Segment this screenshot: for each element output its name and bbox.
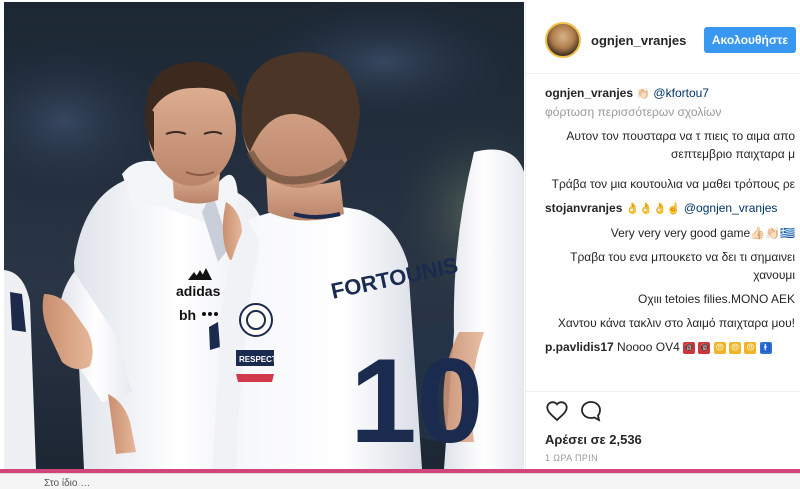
ok-hand-emojis: 👌👌👌☝️ — [625, 202, 681, 215]
svg-text:RESPECT: RESPECT — [239, 355, 277, 364]
likes-count[interactable]: Αρέσει σε 2,536 — [545, 432, 642, 447]
angry-face-icon: 😠 — [744, 341, 757, 354]
mens-room-icon: 🚹 — [759, 341, 772, 354]
instagram-post-window: adidas bh FORTOUNIS 10 RESPECT ognjen_vr… — [0, 0, 800, 489]
avatar[interactable] — [545, 22, 581, 58]
post-header: ognjen_vranjes Ακολουθήστε — [526, 2, 800, 74]
comment-item: stojanvranjes 👌👌👌☝️ @ognjen_vranjes — [545, 199, 795, 218]
comment-item: Αυτον τον πουσταρα να τ πιεις το αιμα απ… — [545, 127, 795, 163]
bottom-strip: Στο ίδιο … — [0, 473, 800, 489]
svg-text:adidas: adidas — [176, 283, 221, 299]
comment-text: Οχιιι tetoies filies.ΜΟΝΟ ΑΕΚ — [637, 292, 795, 306]
caption-mention[interactable]: @kfortou7 — [653, 86, 709, 100]
comment-item: Τραβα του ενα μπουκετο να δει τι σημαινε… — [545, 248, 795, 284]
caption: ognjen_vranjes 👏🏻 @kfortou7 — [545, 84, 795, 103]
author-username[interactable]: ognjen_vranjes — [591, 33, 686, 48]
football-players-illustration: adidas bh FORTOUNIS 10 RESPECT — [4, 2, 524, 469]
post-photo[interactable]: adidas bh FORTOUNIS 10 RESPECT — [4, 2, 524, 469]
load-more-comments-link[interactable]: φόρτωση περισσότερων σχολίων — [545, 103, 795, 121]
svg-text:bh: bh — [179, 307, 196, 323]
comment-text: Αυτον τον πουσταρα να τ πιεις το αιμα απ… — [566, 129, 795, 161]
comment-text: Τράβα τον μια κουτουλια να μαθει τρόπους… — [551, 177, 795, 191]
follow-button[interactable]: Ακολουθήστε — [704, 27, 796, 53]
comment-item: p.pavlidis17 Noooo OV4 🔞 🔞 😠 😠 😠 🚹 — [545, 338, 795, 356]
adult-badge-icon: 🔞 — [683, 341, 696, 354]
bottom-caption-text: Στο ίδιο … — [44, 478, 91, 489]
comment-item: Χαντου κάνα τακλιν στο λαιμό παιχταρα μο… — [545, 314, 795, 332]
caption-username[interactable]: ognjen_vranjes — [545, 86, 633, 100]
angry-face-icon: 😠 — [729, 341, 742, 354]
comment-item: Τράβα τον μια κουτουλια να μαθει τρόπους… — [545, 175, 795, 193]
angry-face-icon: 😠 — [713, 341, 726, 354]
speech-bubble-icon[interactable] — [579, 399, 603, 423]
adult-badge-icon: 🔞 — [698, 341, 711, 354]
post-timestamp: 1 ΩΡΑ ΠΡΙΝ — [545, 453, 599, 463]
comment-item: Very very very good game👍🏻👏🏻🇬🇷 — [545, 224, 795, 242]
svg-text:10: 10 — [350, 334, 483, 468]
comment-text: Χαντου κάνα τακλιν στο λαιμό παιχταρα μο… — [557, 316, 795, 330]
comment-text: Τραβα του ενα μπουκετο να δει τι σημαινε… — [570, 250, 795, 282]
comment-mention[interactable]: @ognjen_vranjes — [684, 201, 778, 215]
heart-outline-icon[interactable] — [545, 399, 569, 423]
caption-clap-emoji: 👏🏻 — [636, 87, 651, 100]
comment-text: Noooo OV4 — [617, 340, 680, 354]
divider — [526, 391, 800, 392]
post-side-panel: ognjen_vranjes Ακολουθήστε ognjen_vranje… — [525, 2, 800, 469]
comment-username[interactable]: p.pavlidis17 — [545, 340, 614, 354]
comment-text: Very very very good game👍🏻👏🏻🇬🇷 — [610, 226, 795, 240]
comments-list: ognjen_vranjes 👏🏻 @kfortou7 φόρτωση περι… — [545, 84, 795, 356]
comment-username[interactable]: stojanvranjes — [545, 201, 622, 215]
comment-item: Οχιιι tetoies filies.ΜΟΝΟ ΑΕΚ — [545, 290, 795, 308]
